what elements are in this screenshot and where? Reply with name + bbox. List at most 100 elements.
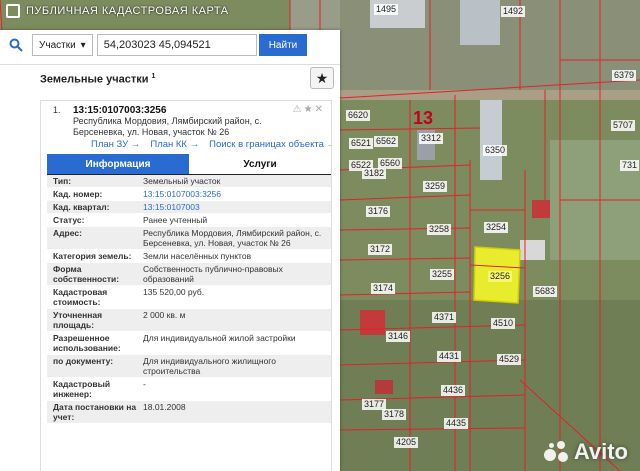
tab-services[interactable]: Услуги — [189, 154, 331, 174]
parcel-label[interactable]: 731 — [620, 160, 640, 171]
app-title: ПУБЛИЧНАЯ КАДАСТРОВАЯ КАРТА — [26, 5, 229, 17]
attribute-value: Земельный участок — [143, 176, 221, 186]
watermark-text: Avito — [573, 439, 628, 464]
search-icon[interactable] — [0, 30, 32, 60]
plan-zu-link[interactable]: План ЗУ → — [91, 139, 140, 150]
table-row: Уточненная площадь: 2 000 кв. м — [47, 309, 331, 332]
result-number: 1. — [53, 105, 61, 115]
attribute-key: Категория земель: — [53, 251, 132, 261]
attribute-key: Кадастровая стоимость: — [53, 287, 108, 307]
result-cadastral-id[interactable]: 13:15:0107003:3256 — [73, 105, 166, 116]
parcel-label[interactable]: 4436 — [441, 385, 466, 396]
attribute-key: Кадастровый инженер: — [53, 379, 111, 399]
parcel-label[interactable]: 3259 — [423, 181, 448, 192]
table-row: Форма собственности: Собственность публич… — [47, 263, 331, 286]
parcel-label[interactable]: 3258 — [427, 224, 452, 235]
parcel-label[interactable]: 4431 — [437, 351, 462, 362]
attribute-value: Собственность публично-правовых образова… — [143, 264, 283, 284]
parcel-label[interactable]: 3255 — [430, 269, 455, 280]
attribute-key: Статус: — [53, 215, 85, 225]
parcel-label[interactable]: 1495 — [374, 4, 399, 15]
favorites-star-button[interactable]: ★ — [310, 67, 334, 89]
chevron-down-icon: ▾ — [80, 39, 86, 51]
search-panel: Участки ▾ Найти Земельные участки 1 ★ 1.… — [0, 30, 340, 471]
table-row: Категория земель: Земли населённых пункто… — [47, 250, 331, 263]
attribute-key: Кад. квартал: — [53, 202, 110, 212]
result-address: Республика Мордовия, Лямбирский район, с… — [73, 116, 262, 137]
parcel-label[interactable]: 6350 — [483, 145, 508, 156]
attribute-value-link[interactable]: 13:15:0107003:3256 — [139, 188, 331, 200]
table-row: Кад. квартал: 13:15:0107003 — [47, 201, 331, 214]
tab-information[interactable]: Информация — [47, 154, 189, 174]
results-count: 1 — [151, 73, 156, 80]
attribute-key: Дата постановки на учет: — [53, 402, 137, 422]
avito-watermark: Avito — [543, 439, 628, 465]
parcel-label-selected[interactable]: 3256 — [488, 271, 513, 282]
parcel-label[interactable]: 4205 — [394, 437, 419, 448]
search-type-select[interactable]: Участки ▾ — [32, 34, 93, 56]
parcel-label[interactable]: 3312 — [419, 133, 444, 144]
attribute-value: - — [143, 379, 146, 389]
attribute-value: Ранее учтенный — [143, 215, 208, 225]
result-action-icons[interactable]: ⚠★✕ — [293, 104, 325, 115]
search-type-label: Участки — [39, 39, 76, 51]
search-input[interactable] — [96, 34, 257, 56]
table-row: Дата постановки на учет: 18.01.2008 — [47, 401, 331, 424]
attribute-key: Уточненная площадь: — [53, 310, 103, 330]
attribute-value: Для индивидуальной жилой застройки — [143, 333, 296, 343]
parcel-label[interactable]: 3172 — [368, 244, 393, 255]
plan-kk-link[interactable]: План КК → — [150, 139, 199, 150]
parcel-label[interactable]: 3178 — [382, 409, 407, 420]
app-header: ПУБЛИЧНАЯ КАДАСТРОВАЯ КАРТА — [0, 0, 250, 22]
attribute-key: Форма собственности: — [53, 264, 120, 284]
close-icon[interactable]: ✕ — [315, 104, 325, 115]
parcel-label[interactable]: 6562 — [374, 136, 399, 147]
parcel-label[interactable]: 4435 — [444, 418, 469, 429]
table-row: по документу: Для индивидуального жилищно… — [47, 355, 331, 378]
parcel-label[interactable]: 3176 — [366, 206, 391, 217]
parcel-label[interactable]: 3254 — [484, 222, 509, 233]
results-title-text: Земельные участки — [40, 73, 149, 86]
attributes-table: Тип: Земельный участок Кад. номер: 13:15:0… — [47, 175, 331, 424]
table-row: Разрешенное использование: Для индивидуал… — [47, 332, 331, 355]
table-row: Кадастровая стоимость: 135 520,00 руб. — [47, 286, 331, 309]
parcel-label[interactable]: 4529 — [497, 354, 522, 365]
attribute-key: Тип: — [53, 176, 72, 186]
find-button[interactable]: Найти — [258, 34, 308, 56]
warning-icon[interactable]: ⚠ — [293, 104, 304, 115]
attribute-value-link[interactable]: 13:15:0107003 — [139, 201, 331, 213]
attribute-value: 2 000 кв. м — [143, 310, 186, 320]
parcel-label[interactable]: 6620 — [346, 110, 371, 121]
table-row: Тип: Земельный участок — [47, 175, 331, 188]
avito-logo-icon — [543, 441, 570, 463]
attribute-value: 135 520,00 руб. — [143, 287, 205, 297]
result-links: План ЗУ → План КК → Поиск в границах объ… — [91, 139, 331, 150]
parcel-label[interactable]: 5683 — [533, 286, 558, 297]
attribute-key: Кад. номер: — [53, 189, 103, 199]
parcel-label[interactable]: 3174 — [371, 283, 396, 294]
star-icon[interactable]: ★ — [304, 104, 315, 115]
attribute-key: по документу: — [53, 356, 114, 366]
search-bar: Участки ▾ Найти — [0, 30, 340, 60]
table-row: Кад. номер: 13:15:0107003:3256 — [47, 188, 331, 201]
parcel-label[interactable]: 3146 — [386, 331, 411, 342]
app-logo-icon — [6, 4, 20, 18]
parcel-label[interactable]: 6521 — [349, 138, 374, 149]
parcel-label[interactable]: 4510 — [491, 318, 516, 329]
attribute-value: Для индивидуального жилищного строительс… — [143, 356, 276, 376]
parcel-label[interactable]: 6379 — [612, 70, 637, 81]
attribute-key: Разрешенное использование: — [53, 333, 121, 353]
parcel-label[interactable]: 5707 — [611, 120, 636, 131]
parcel-label[interactable]: 4371 — [432, 312, 457, 323]
results-title: Земельные участки 1 — [40, 73, 155, 86]
parcel-label[interactable]: 1492 — [501, 6, 526, 17]
attribute-key: Адрес: — [53, 228, 82, 238]
results-header: Земельные участки 1 ★ — [0, 64, 340, 91]
table-row: Статус: Ранее учтенный — [47, 214, 331, 227]
table-row: Адрес: Республика Мордовия, Лямбирский ра… — [47, 227, 331, 250]
cadastral-block-label: 13 — [413, 108, 434, 128]
search-in-bounds-link[interactable]: Поиск в границах объекта → — [209, 139, 331, 150]
attribute-value: 18.01.2008 — [143, 402, 186, 412]
attribute-value: Земли населённых пунктов — [143, 251, 252, 261]
parcel-label[interactable]: 3182 — [362, 168, 387, 179]
